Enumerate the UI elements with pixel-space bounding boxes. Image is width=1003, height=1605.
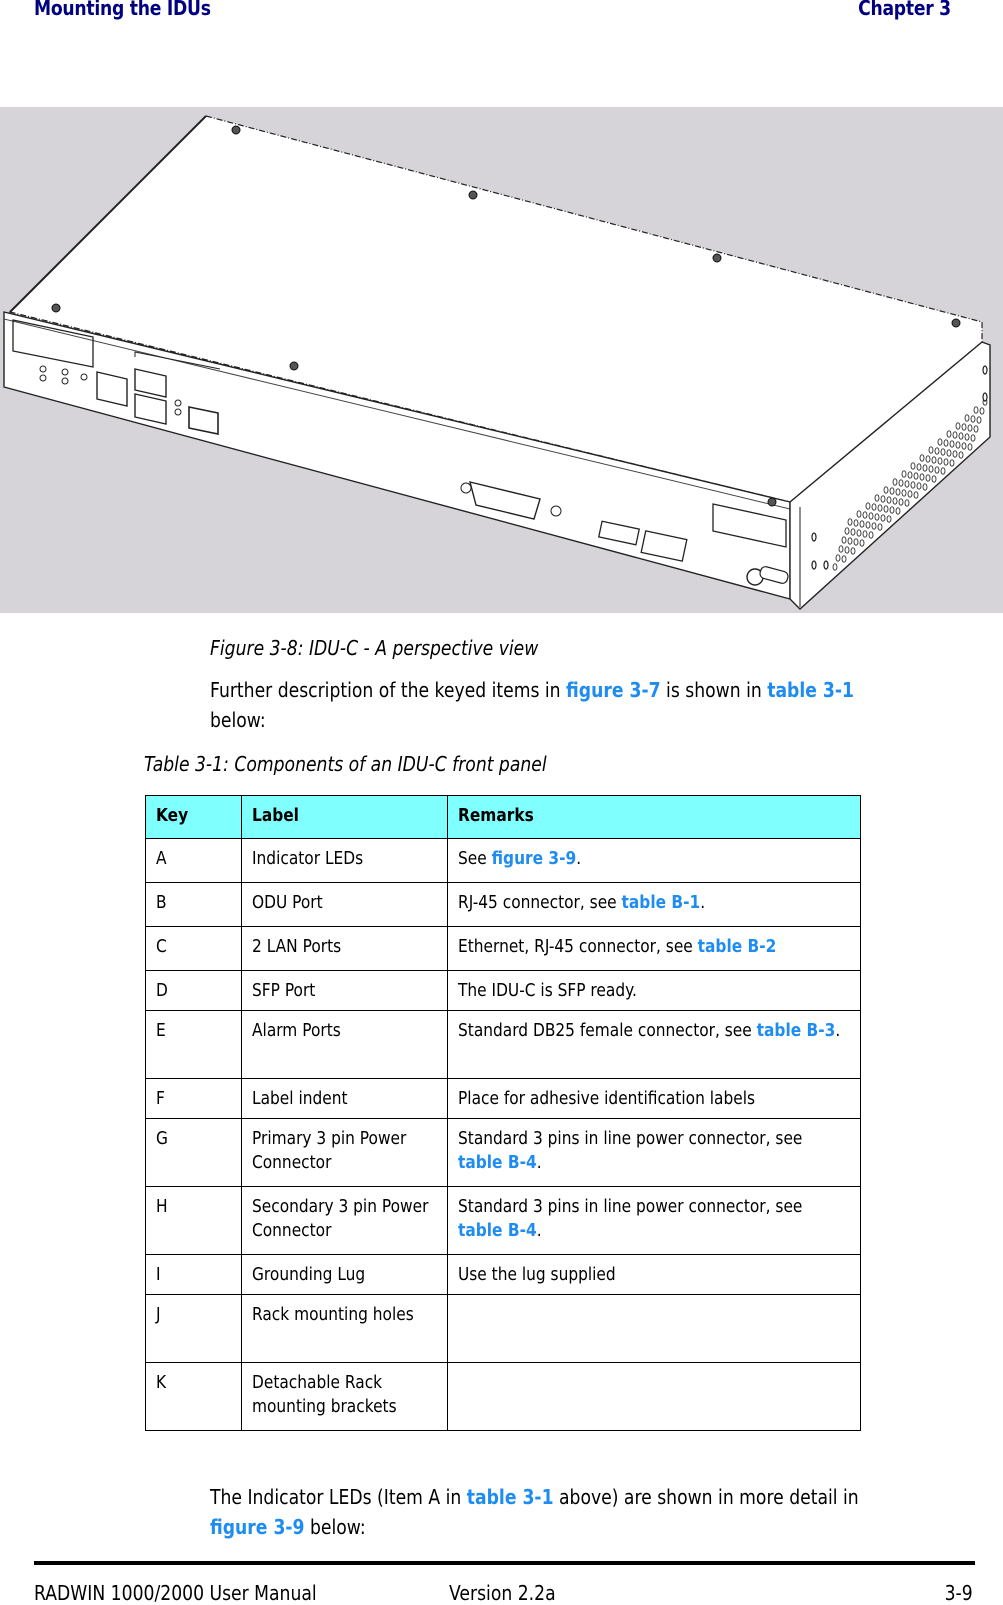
remark-text: RJ-45 connector, see (458, 893, 622, 913)
cell-remarks: Use the lug supplied (447, 1254, 861, 1295)
cell-key: J (145, 1294, 242, 1363)
remark-text: . (835, 1021, 841, 1041)
remark-text: . (536, 1221, 542, 1241)
col-header-remarks: Remarks (447, 795, 861, 839)
screw (712, 253, 722, 263)
remark-text: Standard 3 pins in line power connector,… (458, 1197, 803, 1217)
table-row: F Label indent Place for adhesive identifi… (145, 1078, 861, 1119)
remark-link[interactable]: table B-4 (458, 1221, 537, 1241)
link-figure-3-7[interactable]: figure 3-7 (566, 678, 661, 702)
cell-remarks: The IDU-C is SFP ready. (447, 970, 861, 1011)
cell-remarks (447, 1362, 861, 1431)
remark-link[interactable]: table B-1 (622, 893, 701, 913)
cell-label: Label indent (241, 1078, 448, 1119)
remark-link[interactable]: table B-2 (698, 937, 777, 957)
cell-label: Secondary 3 pin Power Connector (241, 1186, 448, 1255)
cell-remarks (447, 1294, 861, 1363)
table-row: C2 LAN Ports Ethernet, RJ-45 connector, s… (145, 926, 861, 971)
intro-text: is shown in (660, 678, 768, 702)
footer-manual-title: RADWIN 1000/2000 User Manual (34, 1581, 317, 1605)
screw (289, 361, 299, 371)
screw (51, 303, 61, 313)
cell-remarks: Ethernet, RJ-45 connector, see table B-2 (447, 926, 861, 971)
cell-key: I (145, 1254, 242, 1295)
remark-text: Ethernet, RJ-45 connector, see (458, 937, 698, 957)
remark-text: See (458, 849, 492, 869)
cell-label: Detachable Rack mounting brackets (241, 1362, 448, 1431)
cell-label: Primary 3 pin Power Connector (241, 1118, 448, 1187)
remark-text: Standard 3 pins in line power connector,… (458, 1129, 803, 1149)
table-row: E Alarm Ports Standard DB25 female connect… (145, 1010, 861, 1079)
cell-remarks: Standard 3 pins in line power connector,… (447, 1186, 861, 1255)
screw (468, 190, 478, 200)
remark-text: . (700, 893, 706, 913)
table-caption: Table 3-1: Components of an IDU-C front … (144, 752, 547, 776)
cell-key: C (145, 926, 242, 971)
cell-remarks: Place for adhesive identification labels (447, 1078, 861, 1119)
col-header-key: Key (145, 795, 242, 839)
screw (767, 497, 777, 507)
outro-text: below: (304, 1515, 366, 1539)
link-figure-3-9[interactable]: figure 3-9 (210, 1515, 305, 1539)
table-row: D SFP Port The IDU-C is SFP ready. (145, 970, 861, 1011)
cell-key: F (145, 1078, 242, 1119)
footer-divider (34, 1561, 975, 1565)
cell-key: A (145, 838, 242, 883)
idu-c-drawing (3, 115, 991, 610)
table-row: A Indicator LEDs See figure 3-9. (145, 838, 861, 883)
screw (951, 318, 961, 328)
cell-label: Alarm Ports (241, 1010, 448, 1079)
cell-label: SFP Port (241, 970, 448, 1011)
cell-key: G (145, 1118, 242, 1187)
cell-label: 2 LAN Ports (241, 926, 448, 971)
outro-paragraph: The Indicator LEDs (Item A in table 3-1 … (210, 1482, 950, 1542)
cell-remarks: RJ-45 connector, see table B-1. (447, 882, 861, 927)
intro-text: below: (210, 708, 266, 732)
cell-key: K (145, 1362, 242, 1431)
remark-text: . (536, 1153, 542, 1173)
table-row: B ODU Port RJ-45 connector, see table B-1. (145, 882, 861, 927)
table-row: H Secondary 3 pin Power Connector Standard… (145, 1186, 861, 1255)
table-row: G Primary 3 pin Power Connector Standard 3… (145, 1118, 861, 1187)
link-table-3-1[interactable]: table 3-1 (467, 1485, 554, 1509)
running-header-chapter: Chapter 3 (858, 0, 951, 20)
intro-paragraph: Further description of the keyed items i… (210, 675, 950, 735)
cell-label: Rack mounting holes (241, 1294, 448, 1363)
outro-text: The Indicator LEDs (Item A in (210, 1485, 467, 1509)
cell-label: Grounding Lug (241, 1254, 448, 1295)
remark-text: The IDU-C is SFP ready. (458, 981, 637, 1001)
cell-label: ODU Port (241, 882, 448, 927)
table-row: I Grounding Lug Use the lug supplied (145, 1254, 861, 1295)
cell-remarks: Standard DB25 female connector, see tabl… (447, 1010, 861, 1079)
cell-key: B (145, 882, 242, 927)
col-header-label: Label (241, 795, 448, 839)
cell-key: H (145, 1186, 242, 1255)
remark-text: Place for adhesive identification labels (458, 1089, 756, 1109)
components-table: Key Label Remarks A Indicator LEDs See fig… (145, 795, 861, 1431)
idu-c-perspective-figure (0, 107, 1003, 613)
remark-text: . (576, 849, 582, 869)
table-row: J Rack mounting holes (145, 1294, 861, 1363)
footer-version: Version 2.2a (449, 1581, 556, 1605)
cell-key: D (145, 970, 242, 1011)
cell-label: Indicator LEDs (241, 838, 448, 883)
table-header-row: Key Label Remarks (145, 795, 861, 839)
remark-text: Standard DB25 female connector, see (458, 1021, 757, 1041)
intro-text: Further description of the keyed items i… (210, 678, 567, 702)
footer-page-number: 3-9 (944, 1581, 973, 1605)
table-row: K Detachable Rack mounting brackets (145, 1362, 861, 1431)
remark-link[interactable]: figure 3-9 (492, 849, 577, 869)
figure-caption: Figure 3-8: IDU-C - A perspective view (210, 636, 539, 660)
screw (231, 125, 241, 135)
remark-text: Use the lug supplied (458, 1265, 616, 1285)
link-table-3-1[interactable]: table 3-1 (767, 678, 854, 702)
cell-remarks: Standard 3 pins in line power connector,… (447, 1118, 861, 1187)
remark-link[interactable]: table B-4 (458, 1153, 537, 1173)
remark-link[interactable]: table B-3 (757, 1021, 836, 1041)
outro-text: above) are shown in more detail in (553, 1485, 859, 1509)
running-header-section: Mounting the IDUs (34, 0, 211, 20)
cell-key: E (145, 1010, 242, 1079)
cell-remarks: See figure 3-9. (447, 838, 861, 883)
